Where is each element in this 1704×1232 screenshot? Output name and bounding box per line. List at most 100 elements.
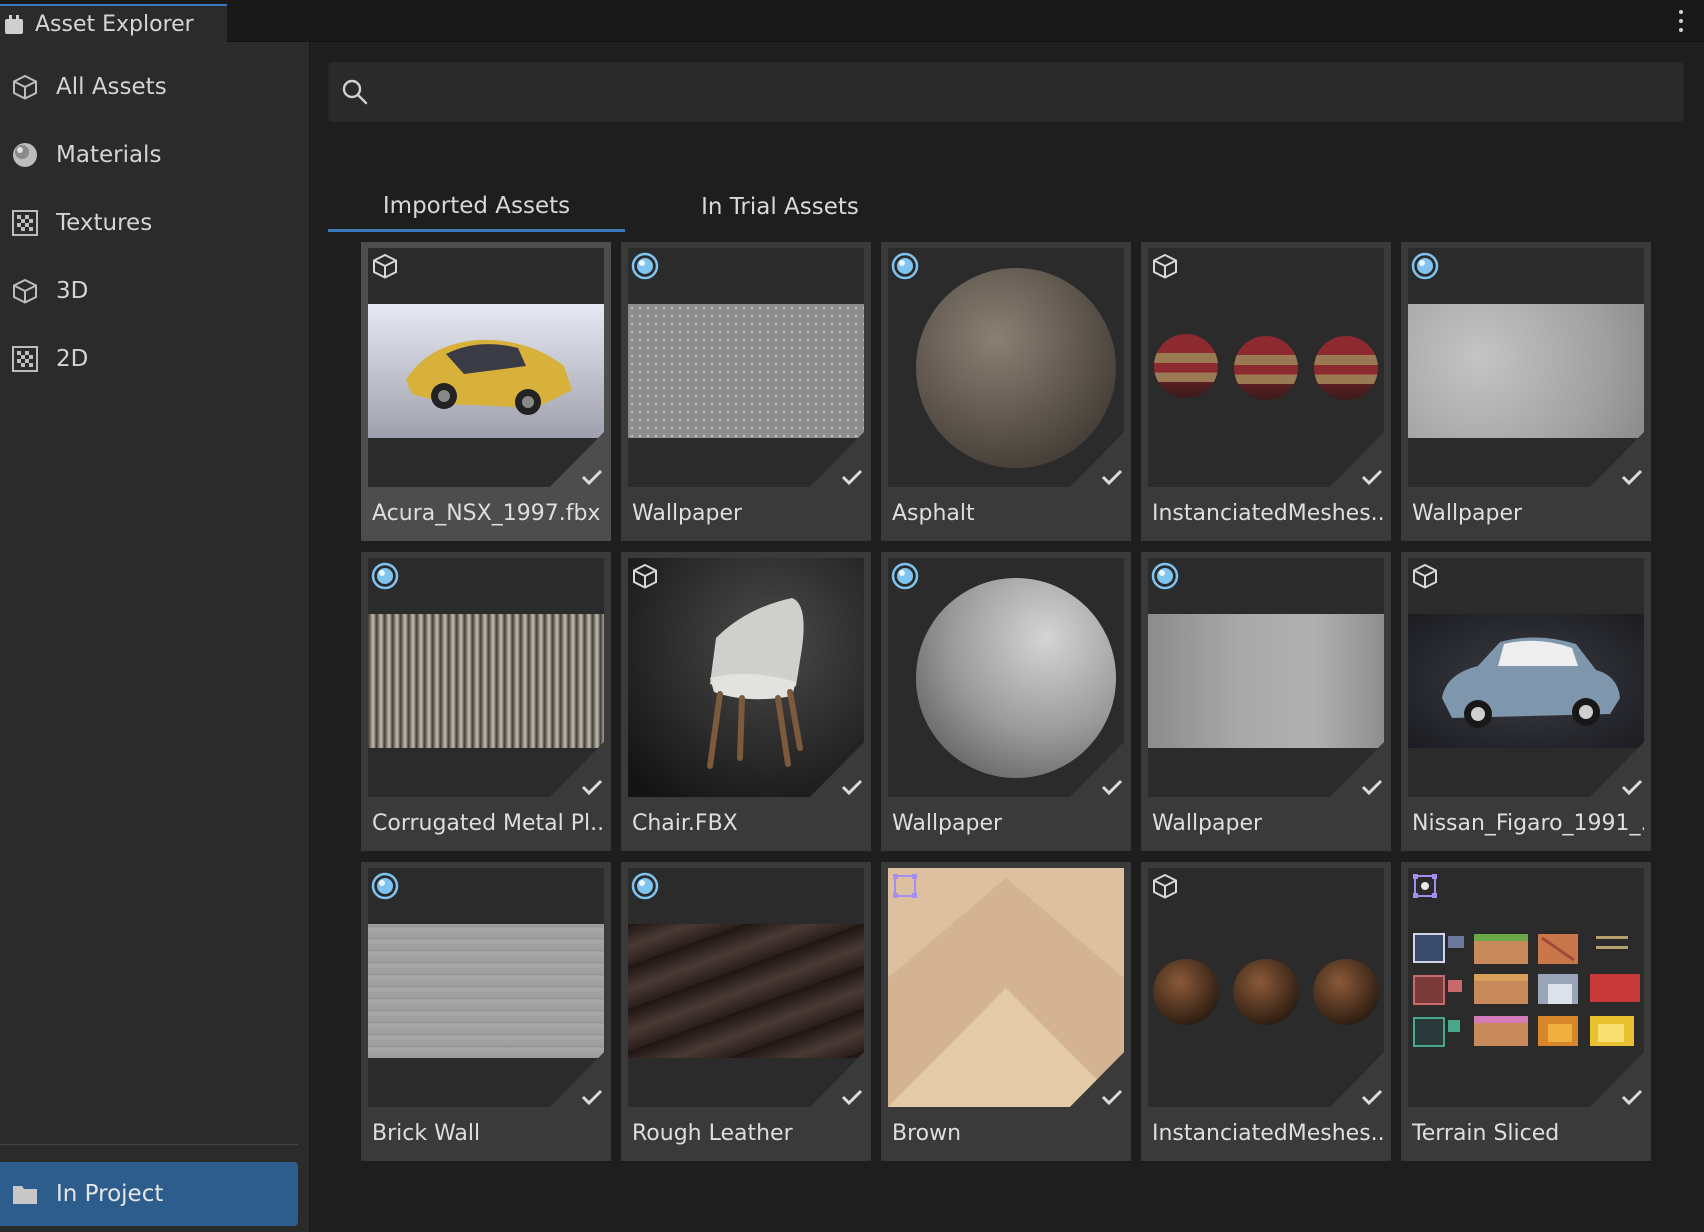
- asset-thumbnail: [628, 248, 864, 487]
- imported-check-icon: [1361, 469, 1383, 485]
- imported-check-icon: [841, 779, 863, 795]
- asset-card[interactable]: Chair.FBX: [621, 552, 871, 851]
- sidebar-item-label: 2D: [56, 346, 89, 372]
- asset-tabs: Imported Assets In Trial Assets: [328, 182, 1684, 232]
- search-icon: [342, 79, 368, 105]
- imported-check-icon: [1621, 469, 1643, 485]
- window-tab[interactable]: Asset Explorer: [0, 4, 227, 42]
- asset-thumbnail: [368, 868, 604, 1107]
- search-bar[interactable]: [328, 62, 1684, 122]
- sidebar-item-2d[interactable]: 2D: [0, 329, 298, 389]
- material-icon: [1151, 562, 1179, 590]
- imported-check-icon: [841, 469, 863, 485]
- asset-card[interactable]: Nissan_Figaro_1991_...: [1401, 552, 1651, 851]
- asset-card[interactable]: Brick Wall: [361, 862, 611, 1161]
- asset-thumbnail: [888, 248, 1124, 487]
- asset-card[interactable]: InstanciatedMeshes....: [1141, 862, 1391, 1161]
- asset-card[interactable]: Corrugated Metal Pl...: [361, 552, 611, 851]
- brown-spheres-thumbnail: [1153, 959, 1379, 1025]
- sidebar-item-label: 3D: [56, 278, 89, 304]
- search-input[interactable]: [369, 63, 1683, 121]
- sidebar-item-3d[interactable]: 3D: [0, 261, 298, 321]
- sidebar-divider: [0, 1144, 298, 1145]
- asset-thumbnail: [888, 558, 1124, 797]
- asset-title: Acura_NSX_1997.fbx: [372, 501, 601, 526]
- asset-title: InstanciatedMeshes...: [1152, 501, 1384, 526]
- asset-card[interactable]: Asphalt: [881, 242, 1131, 541]
- asset-bag-icon: [5, 15, 23, 34]
- imported-check-icon: [581, 1089, 603, 1105]
- gray-texture-thumbnail: [1148, 614, 1384, 748]
- asset-title: Chair.FBX: [632, 811, 738, 836]
- asset-title: Brown: [892, 1121, 962, 1146]
- chair-thumbnail: [628, 558, 864, 797]
- asphalt-sphere: [916, 268, 1116, 468]
- asset-card[interactable]: InstanciatedMeshes...: [1141, 242, 1391, 541]
- asset-card[interactable]: Wallpaper: [621, 242, 871, 541]
- asset-title: Wallpaper: [1152, 811, 1263, 836]
- material-sphere-icon: [11, 141, 39, 169]
- sidebar-item-label: All Assets: [56, 74, 167, 100]
- main-panel: Imported Assets In Trial Assets Acura_NS…: [311, 42, 1704, 1232]
- model-cube-icon: [373, 253, 397, 279]
- imported-check-icon: [581, 469, 603, 485]
- cube-icon: [11, 277, 39, 305]
- sprite-icon: [1413, 874, 1437, 898]
- asset-title: Rough Leather: [632, 1121, 793, 1146]
- asset-thumbnail: [1408, 558, 1644, 797]
- asset-card[interactable]: Rough Leather: [621, 862, 871, 1161]
- asset-title: Wallpaper: [1412, 501, 1523, 526]
- terrain-tiles-thumbnail: [1413, 933, 1640, 1047]
- model-cube-icon: [1153, 873, 1177, 899]
- imported-check-icon: [1621, 1089, 1643, 1105]
- imported-check-icon: [1101, 469, 1123, 485]
- model-cube-icon: [633, 563, 657, 589]
- asset-thumbnail: [368, 248, 604, 487]
- asset-title: Terrain Sliced: [1412, 1121, 1560, 1146]
- brick-wall-thumbnail: [368, 924, 604, 1058]
- sidebar-item-all-assets[interactable]: All Assets: [0, 57, 298, 117]
- asset-card[interactable]: Wallpaper: [1401, 242, 1651, 541]
- window-tab-title: Asset Explorer: [35, 11, 194, 37]
- sidebar-item-materials[interactable]: Materials: [0, 125, 298, 185]
- asset-card[interactable]: Wallpaper: [881, 552, 1131, 851]
- asset-thumbnail: [1408, 868, 1644, 1107]
- model-cube-icon: [1413, 563, 1437, 589]
- asset-card[interactable]: Wallpaper: [1141, 552, 1391, 851]
- leather-thumbnail: [628, 924, 864, 1058]
- imported-check-icon: [841, 1089, 863, 1105]
- asset-thumbnail: [888, 868, 1124, 1107]
- sidebar-item-in-project[interactable]: In Project: [0, 1162, 298, 1226]
- wallpaper-sphere: [916, 578, 1116, 778]
- imported-check-icon: [1101, 779, 1123, 795]
- asset-title: Asphalt: [892, 501, 975, 526]
- asset-thumbnail: [1148, 558, 1384, 797]
- model-cube-icon: [1153, 253, 1177, 279]
- cube-icon: [11, 73, 39, 101]
- tab-in-trial-assets[interactable]: In Trial Assets: [655, 182, 905, 232]
- asset-thumbnail: [628, 558, 864, 797]
- sidebar-item-label: Materials: [56, 142, 162, 168]
- plaster-texture-thumbnail: [1408, 304, 1644, 438]
- asset-card[interactable]: Brown: [881, 862, 1131, 1161]
- asset-title: Wallpaper: [892, 811, 1003, 836]
- asset-card[interactable]: Terrain Sliced: [1401, 862, 1651, 1161]
- sidebar-item-textures[interactable]: Textures: [0, 193, 298, 253]
- material-icon: [631, 252, 659, 280]
- material-icon: [631, 872, 659, 900]
- asset-thumbnail: [1148, 248, 1384, 487]
- tab-imported-assets[interactable]: Imported Assets: [328, 182, 625, 232]
- asset-title: Nissan_Figaro_1991_...: [1412, 811, 1644, 836]
- car-thumbnail: [1408, 614, 1644, 748]
- more-options-icon[interactable]: [1678, 10, 1684, 32]
- striped-spheres-thumbnail: [1154, 334, 1378, 400]
- asset-title: InstanciatedMeshes....: [1152, 1121, 1384, 1146]
- sidebar-item-label: In Project: [56, 1181, 164, 1207]
- imported-check-icon: [1621, 779, 1643, 795]
- folder-icon: [11, 1180, 39, 1208]
- asset-card[interactable]: Acura_NSX_1997.fbx: [361, 242, 611, 541]
- imported-check-icon: [1361, 1089, 1383, 1105]
- asset-thumbnail: [1408, 248, 1644, 487]
- asset-title: Brick Wall: [372, 1121, 481, 1146]
- sprite-icon: [893, 874, 917, 898]
